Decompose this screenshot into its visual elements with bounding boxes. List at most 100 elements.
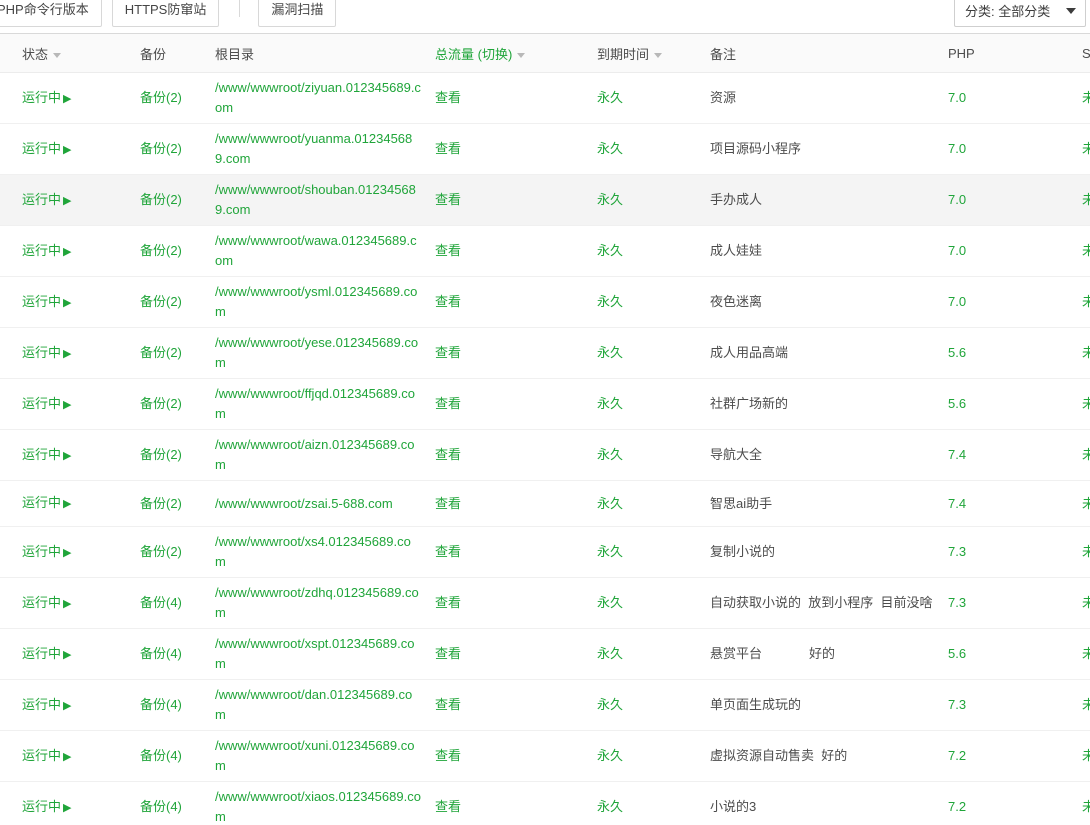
- traffic-view-link[interactable]: 查看: [435, 496, 461, 511]
- ssl-status[interactable]: 未部署: [1082, 697, 1090, 712]
- traffic-view-link[interactable]: 查看: [435, 294, 461, 309]
- backup-link[interactable]: 备份(2): [140, 141, 182, 156]
- column-expire[interactable]: 到期时间: [597, 34, 710, 73]
- site-note[interactable]: 项目源码小程序: [710, 141, 801, 156]
- backup-link[interactable]: 备份(2): [140, 496, 182, 511]
- traffic-view-link[interactable]: 查看: [435, 697, 461, 712]
- site-status[interactable]: 运行中▶: [22, 141, 71, 156]
- site-root-path[interactable]: /www/wwwroot/ysml.012345689.com: [215, 282, 421, 322]
- site-root-path[interactable]: /www/wwwroot/xuni.012345689.com: [215, 736, 421, 776]
- vulnerability-scan-button[interactable]: 漏洞扫描: [258, 0, 336, 27]
- backup-link[interactable]: 备份(2): [140, 447, 182, 462]
- site-root-path[interactable]: /www/wwwroot/wawa.012345689.com: [215, 231, 421, 271]
- site-note[interactable]: 单页面生成玩的: [710, 697, 801, 712]
- site-status[interactable]: 运行中▶: [22, 447, 71, 462]
- site-status[interactable]: 运行中▶: [22, 90, 71, 105]
- site-status[interactable]: 运行中▶: [22, 294, 71, 309]
- ssl-status[interactable]: 未部署: [1082, 192, 1090, 207]
- backup-link[interactable]: 备份(4): [140, 697, 182, 712]
- traffic-view-link[interactable]: 查看: [435, 396, 461, 411]
- site-status[interactable]: 运行中▶: [22, 646, 71, 661]
- column-traffic[interactable]: 总流量 (切换): [435, 34, 597, 73]
- site-status[interactable]: 运行中▶: [22, 799, 71, 814]
- site-note[interactable]: 社群广场新的: [710, 396, 788, 411]
- traffic-view-link[interactable]: 查看: [435, 141, 461, 156]
- ssl-status[interactable]: 未部署: [1082, 496, 1090, 511]
- expire-date[interactable]: 永久: [597, 646, 623, 661]
- ssl-status[interactable]: 未部署: [1082, 646, 1090, 661]
- site-note[interactable]: 成人娃娃: [710, 243, 762, 258]
- site-root-path[interactable]: /www/wwwroot/dan.012345689.com: [215, 685, 421, 725]
- column-status[interactable]: 状态: [0, 34, 140, 73]
- expire-date[interactable]: 永久: [597, 192, 623, 207]
- sort-arrow-icon[interactable]: [654, 53, 662, 58]
- backup-link[interactable]: 备份(2): [140, 345, 182, 360]
- traffic-view-link[interactable]: 查看: [435, 544, 461, 559]
- ssl-status[interactable]: 未部署: [1082, 294, 1090, 309]
- expire-date[interactable]: 永久: [597, 748, 623, 763]
- php-version[interactable]: 7.4: [948, 496, 966, 511]
- backup-link[interactable]: 备份(4): [140, 799, 182, 814]
- php-version[interactable]: 5.6: [948, 646, 966, 661]
- expire-date[interactable]: 永久: [597, 799, 623, 814]
- php-version[interactable]: 7.0: [948, 243, 966, 258]
- php-version[interactable]: 7.3: [948, 544, 966, 559]
- ssl-status[interactable]: 未部署: [1082, 544, 1090, 559]
- traffic-view-link[interactable]: 查看: [435, 646, 461, 661]
- site-note[interactable]: 手办成人: [710, 192, 762, 207]
- traffic-view-link[interactable]: 查看: [435, 90, 461, 105]
- https-anti-hijack-button[interactable]: HTTPS防窜站: [112, 0, 220, 27]
- php-version[interactable]: 7.2: [948, 799, 966, 814]
- site-root-path[interactable]: /www/wwwroot/ziyuan.012345689.com: [215, 78, 421, 118]
- expire-date[interactable]: 永久: [597, 90, 623, 105]
- traffic-view-link[interactable]: 查看: [435, 192, 461, 207]
- expire-date[interactable]: 永久: [597, 544, 623, 559]
- php-version[interactable]: 7.0: [948, 294, 966, 309]
- ssl-status[interactable]: 未部署: [1082, 799, 1090, 814]
- expire-date[interactable]: 永久: [597, 396, 623, 411]
- backup-link[interactable]: 备份(2): [140, 192, 182, 207]
- php-version[interactable]: 7.4: [948, 447, 966, 462]
- backup-link[interactable]: 备份(2): [140, 396, 182, 411]
- site-root-path[interactable]: /www/wwwroot/ffjqd.012345689.com: [215, 384, 421, 424]
- expire-date[interactable]: 永久: [597, 345, 623, 360]
- site-root-path[interactable]: /www/wwwroot/zdhq.012345689.com: [215, 583, 421, 623]
- ssl-status[interactable]: 未部署: [1082, 748, 1090, 763]
- backup-link[interactable]: 备份(4): [140, 748, 182, 763]
- php-version[interactable]: 7.0: [948, 192, 966, 207]
- ssl-status[interactable]: 未部署: [1082, 90, 1090, 105]
- site-status[interactable]: 运行中▶: [22, 243, 71, 258]
- site-status[interactable]: 运行中▶: [22, 495, 71, 510]
- php-version[interactable]: 7.3: [948, 697, 966, 712]
- site-root-path[interactable]: /www/wwwroot/aizn.012345689.com: [215, 435, 421, 475]
- ssl-status[interactable]: 未部署: [1082, 243, 1090, 258]
- expire-date[interactable]: 永久: [597, 697, 623, 712]
- php-version[interactable]: 5.6: [948, 345, 966, 360]
- ssl-status[interactable]: 未部署: [1082, 141, 1090, 156]
- site-root-path[interactable]: /www/wwwroot/zsai.5-688.com: [215, 494, 421, 514]
- site-note[interactable]: 悬赏平台 好的: [710, 646, 835, 661]
- expire-date[interactable]: 永久: [597, 496, 623, 511]
- site-status[interactable]: 运行中▶: [22, 544, 71, 559]
- site-root-path[interactable]: /www/wwwroot/yese.012345689.com: [215, 333, 421, 373]
- expire-date[interactable]: 永久: [597, 294, 623, 309]
- site-note[interactable]: 虚拟资源自动售卖 好的: [710, 748, 847, 763]
- ssl-status[interactable]: 未部署: [1082, 345, 1090, 360]
- backup-link[interactable]: 备份(4): [140, 595, 182, 610]
- expire-date[interactable]: 永久: [597, 141, 623, 156]
- site-status[interactable]: 运行中▶: [22, 697, 71, 712]
- site-root-path[interactable]: /www/wwwroot/shouban.012345689.com: [215, 180, 421, 220]
- site-status[interactable]: 运行中▶: [22, 396, 71, 411]
- site-root-path[interactable]: /www/wwwroot/xs4.012345689.com: [215, 532, 421, 572]
- site-note[interactable]: 夜色迷离: [710, 294, 762, 309]
- ssl-status[interactable]: 未部署: [1082, 396, 1090, 411]
- backup-link[interactable]: 备份(4): [140, 646, 182, 661]
- sort-arrow-icon[interactable]: [53, 53, 61, 58]
- php-version[interactable]: 5.6: [948, 396, 966, 411]
- site-note[interactable]: 小说的3: [710, 799, 756, 814]
- php-version[interactable]: 7.2: [948, 748, 966, 763]
- site-root-path[interactable]: /www/wwwroot/xiaos.012345689.com: [215, 787, 421, 825]
- site-note[interactable]: 复制小说的: [710, 544, 775, 559]
- site-note[interactable]: 成人用品高端: [710, 345, 788, 360]
- site-note[interactable]: 智思ai助手: [710, 496, 772, 511]
